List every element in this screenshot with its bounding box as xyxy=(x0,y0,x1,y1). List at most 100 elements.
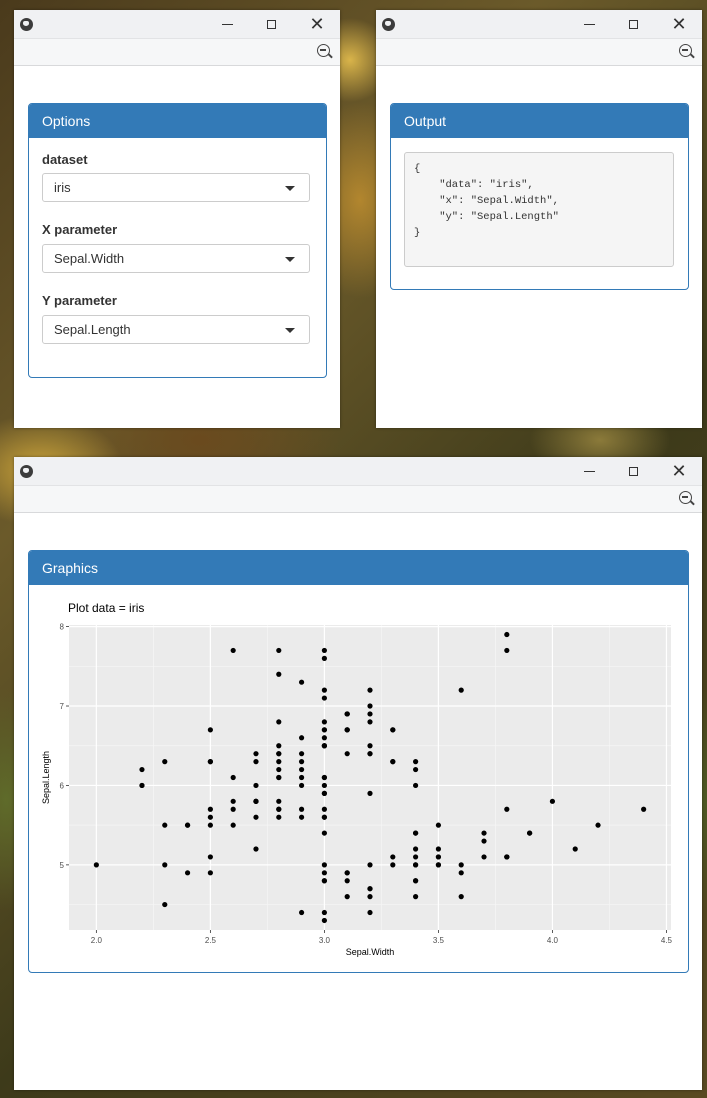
data-point xyxy=(527,830,533,836)
data-point xyxy=(413,862,419,868)
data-point xyxy=(298,806,305,812)
data-point xyxy=(413,759,419,765)
data-point xyxy=(390,862,396,868)
data-point xyxy=(162,862,168,868)
data-point xyxy=(276,814,282,820)
maximize-button[interactable] xyxy=(248,10,294,38)
data-point xyxy=(321,735,327,741)
data-point xyxy=(207,854,213,860)
close-button[interactable]: ✕ xyxy=(656,10,702,38)
data-point xyxy=(321,743,327,749)
scatter-plot: 2.0 2.5 3.0 3.5 4.0 4.5 5 6 7 8 Sepal.Width Sepal.L… xyxy=(41,623,673,957)
minimize-button[interactable] xyxy=(566,10,612,38)
app-globe-icon xyxy=(20,18,33,31)
data-point xyxy=(458,862,464,868)
data-point xyxy=(298,782,305,789)
data-point xyxy=(549,798,556,804)
data-point xyxy=(321,719,327,725)
zoom-out-icon[interactable] xyxy=(317,44,330,57)
y-parameter-label: Y parameter xyxy=(42,293,117,308)
data-point xyxy=(184,822,191,828)
y-tick-label: 8 xyxy=(60,623,65,632)
data-point xyxy=(321,774,327,781)
data-point xyxy=(276,751,282,757)
title-bar[interactable]: ✕ xyxy=(14,10,340,39)
output-panel: Output { "data": "iris", "x": "Sepal.Wid… xyxy=(390,103,689,290)
data-point xyxy=(162,822,168,828)
data-point xyxy=(139,766,145,773)
data-point xyxy=(367,894,373,900)
data-point xyxy=(276,774,282,781)
data-point xyxy=(572,846,578,852)
data-point xyxy=(298,751,305,757)
title-bar[interactable]: ✕ xyxy=(376,10,702,39)
data-point xyxy=(276,647,282,654)
data-point xyxy=(253,782,259,789)
minimize-button[interactable] xyxy=(204,10,250,38)
data-point xyxy=(413,894,419,900)
data-point xyxy=(321,917,327,924)
data-point xyxy=(184,870,191,876)
data-point xyxy=(230,806,236,812)
app-globe-icon xyxy=(382,18,395,31)
browser-toolbar xyxy=(14,39,340,66)
data-point xyxy=(276,671,282,677)
data-point xyxy=(321,655,327,661)
data-point xyxy=(390,759,396,765)
data-point xyxy=(344,870,350,876)
data-point xyxy=(253,814,259,820)
y-tick-label: 6 xyxy=(60,781,65,790)
data-point xyxy=(321,727,327,733)
data-point xyxy=(207,814,213,820)
x-tick-label: 2.0 xyxy=(91,936,103,945)
browser-toolbar xyxy=(376,39,702,66)
data-point xyxy=(276,719,282,725)
dataset-select[interactable]: iris xyxy=(42,173,310,202)
x-parameter-select[interactable]: Sepal.Width xyxy=(42,244,310,273)
x-tick-label: 2.5 xyxy=(205,936,217,945)
data-point xyxy=(253,751,259,757)
maximize-button[interactable] xyxy=(610,10,656,38)
data-point xyxy=(276,806,282,812)
options-panel: Options dataset iris X parameter Sepal.W… xyxy=(28,103,327,378)
data-point xyxy=(344,894,350,900)
data-point xyxy=(321,830,327,836)
output-window: ✕ Output { "data": "iris", "x": "Sepal.W… xyxy=(376,10,702,428)
data-point xyxy=(321,687,327,693)
data-point xyxy=(367,751,373,757)
close-button[interactable]: ✕ xyxy=(294,10,340,38)
data-point xyxy=(253,846,259,852)
close-button[interactable]: ✕ xyxy=(656,457,702,485)
data-point xyxy=(413,846,419,852)
data-point xyxy=(253,759,259,765)
data-point xyxy=(162,901,168,908)
data-point xyxy=(344,711,350,717)
data-point xyxy=(207,870,213,876)
data-point xyxy=(93,862,99,868)
maximize-button[interactable] xyxy=(610,457,656,485)
graphics-panel: Graphics Plot data = iris 2.0 2.5 3.0 3.5 4.… xyxy=(28,550,689,973)
data-point xyxy=(367,862,373,868)
data-point xyxy=(321,870,327,876)
data-point xyxy=(504,647,510,654)
data-point xyxy=(367,886,373,892)
data-point xyxy=(481,838,487,844)
data-point xyxy=(321,909,327,916)
zoom-out-icon[interactable] xyxy=(679,44,692,57)
dataset-label: dataset xyxy=(42,152,88,167)
data-point xyxy=(504,854,510,860)
data-point xyxy=(298,679,305,685)
data-point xyxy=(298,909,305,916)
x-parameter-select-value: Sepal.Width xyxy=(54,251,125,266)
y-parameter-select[interactable]: Sepal.Length xyxy=(42,315,310,344)
zoom-out-icon[interactable] xyxy=(679,491,692,504)
data-point xyxy=(595,822,601,828)
title-bar[interactable]: ✕ xyxy=(14,457,702,486)
minimize-button[interactable] xyxy=(566,457,612,485)
data-point xyxy=(413,766,419,773)
data-point xyxy=(276,743,282,749)
data-point xyxy=(298,814,305,820)
options-panel-title: Options xyxy=(29,104,326,138)
data-point xyxy=(253,798,259,804)
output-json: { "data": "iris", "x": "Sepal.Width", "y… xyxy=(404,152,674,267)
